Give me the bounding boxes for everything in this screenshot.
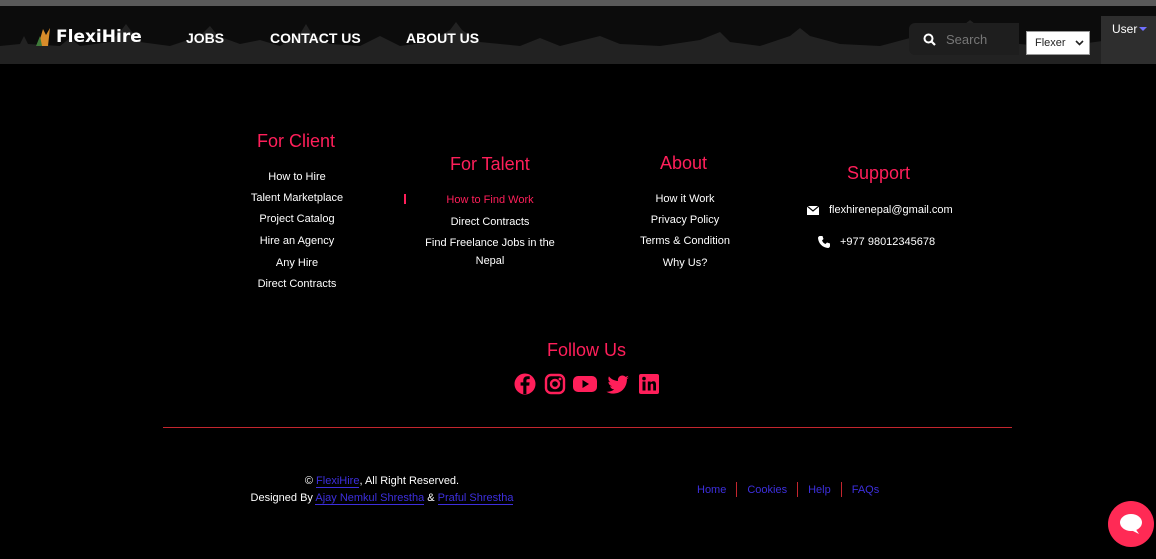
designer-link-praful[interactable]: Praful Shrestha [437,492,514,505]
chat-bubble-icon [1120,514,1142,534]
footer-link-home[interactable]: Home [697,484,726,496]
about-link-terms[interactable]: Terms & Condition [630,234,740,248]
linkedin-icon[interactable] [638,373,660,395]
talent-link-direct-contracts[interactable]: Direct Contracts [420,215,560,229]
follow-us-title: Follow Us [547,340,627,360]
role-select[interactable]: Flexer [1026,31,1090,55]
chat-button[interactable] [1108,501,1154,547]
footer-separator [736,482,738,497]
top-navbar: FlexiHire JOBS CONTACT US ABOUT US Flexe… [0,0,1156,64]
footer-link-faqs[interactable]: FAQs [852,484,880,496]
nav-contact-us[interactable]: CONTACT US [270,30,361,46]
brand-link[interactable]: FlexiHire [316,475,360,488]
about-title: About [660,153,708,173]
instagram-icon[interactable] [544,373,566,395]
client-link-direct-contracts[interactable]: Direct Contracts [232,277,362,291]
footer-link-cookies[interactable]: Cookies [747,484,787,496]
talent-link-freelance-jobs[interactable]: Find Freelance Jobs in the [420,236,560,250]
envelope-icon [807,205,819,215]
designers-and: & [424,492,438,504]
footer-divider [163,427,1012,428]
support-email-text: flexhirenepal@gmail.com [829,204,953,216]
client-link-project-catalog[interactable]: Project Catalog [232,212,362,226]
facebook-icon[interactable] [514,373,536,395]
footer-separator [840,482,842,497]
support-email[interactable]: flexhirenepal@gmail.com [807,204,953,216]
user-menu[interactable]: User [1101,16,1156,64]
talent-link-find-work[interactable]: How to Find Work [420,193,560,207]
footer-separator [797,482,799,497]
phone-icon [818,236,830,248]
role-select-value: Flexer [1035,37,1066,49]
for-client-title: For Client [257,131,336,151]
copyright-symbol: © [304,475,317,487]
designed-by-label: Designed By [250,492,316,504]
client-link-any-hire[interactable]: Any Hire [232,256,362,270]
talent-link-freelance-jobs-nepal[interactable]: Nepal [420,254,560,268]
user-menu-label: User [1112,22,1138,36]
twitter-icon[interactable] [606,373,630,395]
copyright-text: , All Right Reserved. [359,475,460,487]
nav-about-us[interactable]: ABOUT US [406,30,479,46]
caret-down-icon [1139,27,1148,31]
active-indicator [404,194,406,204]
logo-mark-icon [36,28,50,46]
support-phone-text: +977 98012345678 [840,236,936,248]
search-input[interactable] [944,30,1010,48]
footer-link-help[interactable]: Help [808,484,831,496]
chevron-down-icon [1075,40,1084,46]
brand-logo[interactable]: FlexiHire [34,26,142,48]
client-link-how-to-hire[interactable]: How to Hire [232,170,362,184]
copyright-block: © FlexiHire, All Right Reserved. Designe… [244,473,520,507]
footer-links: Home Cookies Help FAQs [697,482,879,497]
search-box [909,23,1019,55]
client-link-talent-marketplace[interactable]: Talent Marketplace [232,191,362,205]
brand-name: FlexiHire [56,27,142,47]
about-link-why-us[interactable]: Why Us? [630,256,740,270]
nav-jobs[interactable]: JOBS [186,30,224,46]
youtube-icon[interactable] [572,373,598,395]
about-link-how-it-work[interactable]: How it Work [630,192,740,206]
for-talent-title: For Talent [450,154,530,174]
about-link-privacy-policy[interactable]: Privacy Policy [630,213,740,227]
designer-link-ajay[interactable]: Ajay Nemkul Shrestha [315,492,425,505]
support-title: Support [847,163,911,183]
search-icon[interactable] [923,33,936,46]
support-phone[interactable]: +977 98012345678 [818,236,935,248]
client-link-hire-agency[interactable]: Hire an Agency [232,234,362,248]
